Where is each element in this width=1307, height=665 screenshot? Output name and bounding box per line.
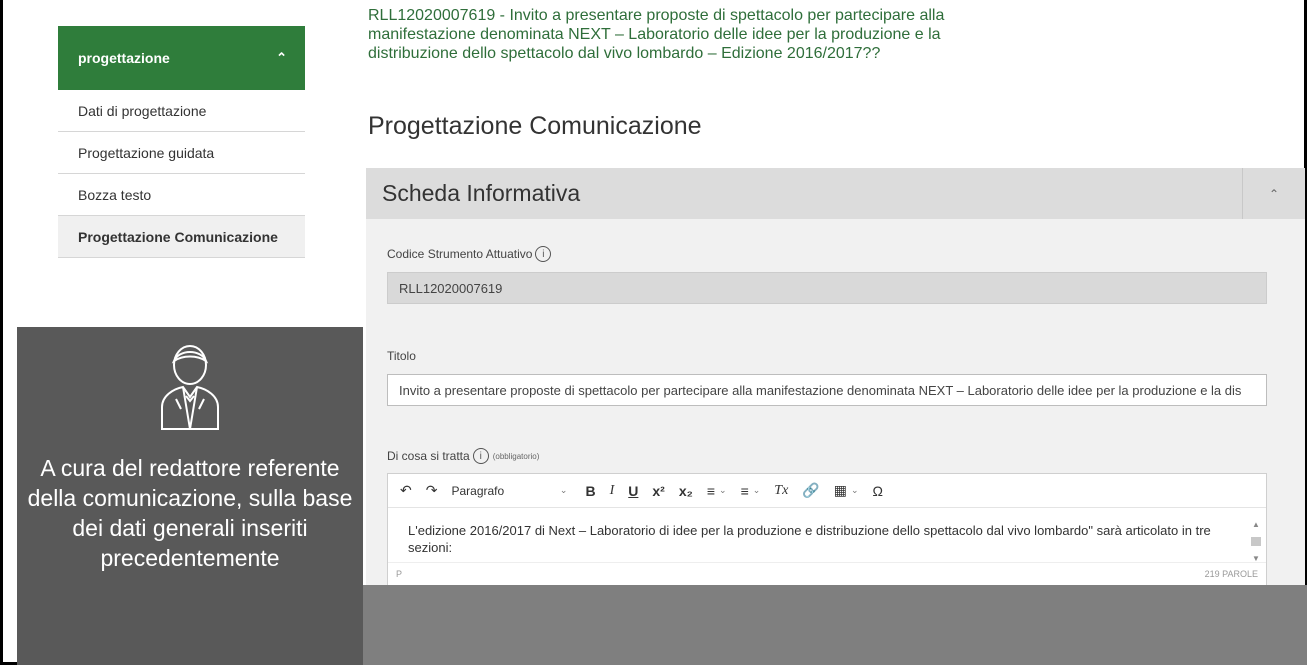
sidebar-item-dati[interactable]: Dati di progettazione	[58, 90, 305, 132]
sidebar-item-bozza[interactable]: Bozza testo	[58, 174, 305, 216]
format-select[interactable]: Paragrafo ⌄	[451, 478, 567, 504]
format-select-value: Paragrafo	[451, 483, 505, 498]
special-char-button[interactable]: Ω	[873, 478, 883, 504]
clear-format-button[interactable]: Tx	[774, 478, 788, 504]
chevron-up-icon[interactable]: ⌃	[276, 50, 287, 66]
required-hint: (obbligatorio)	[492, 451, 540, 461]
page-title: Progettazione Comunicazione	[368, 112, 702, 140]
bold-button[interactable]: B	[585, 478, 595, 504]
editor-scrollbar[interactable]: ▲ ▼	[1250, 516, 1262, 563]
panel-title: Scheda Informativa	[382, 180, 581, 206]
editor-text: L'edizione 2016/2017 di Next – Laborator…	[408, 523, 1211, 555]
word-count: 219 PAROLE	[1204, 568, 1258, 579]
editor-toolbar: ↶ ↷ Paragrafo ⌄ B I U x² x₂ ≡ ⌄ ≡ ⌄ Tx 🔗 ▦…	[388, 474, 1266, 508]
undo-icon[interactable]: ↶	[400, 478, 412, 504]
bottom-band	[363, 585, 1307, 665]
codice-label: Codice Strumento Attuativo i	[387, 246, 552, 262]
editor-statusbar: P 219 PAROLE	[388, 562, 1266, 584]
sidebar-section-header[interactable]: progettazione ⌃	[58, 26, 305, 90]
sidebar-item-guidata[interactable]: Progettazione guidata	[58, 132, 305, 174]
table-icon[interactable]: ▦ ⌄	[834, 478, 859, 504]
person-suit-icon	[161, 345, 219, 430]
sidebar: progettazione ⌃ Dati di progettazione Pr…	[58, 26, 305, 258]
underline-button[interactable]: U	[628, 478, 638, 504]
sidebar-section-label: progettazione	[78, 50, 170, 66]
redo-icon[interactable]: ↷	[426, 478, 438, 504]
codice-field: RLL12020007619	[387, 272, 1267, 304]
di-cosa-label-text: Di cosa si tratta	[387, 449, 470, 463]
annotation-box: A cura del redattore referente della com…	[17, 327, 363, 665]
bullet-list-icon[interactable]: ≡ ⌄	[707, 478, 727, 504]
titolo-label: Titolo	[387, 349, 416, 363]
sidebar-item-comunicazione[interactable]: Progettazione Comunicazione	[58, 216, 305, 258]
rich-text-editor[interactable]: ↶ ↷ Paragrafo ⌄ B I U x² x₂ ≡ ⌄ ≡ ⌄ Tx 🔗 ▦…	[387, 473, 1267, 586]
sidebar-item-label: Dati di progettazione	[78, 102, 207, 119]
scroll-down-icon[interactable]: ▼	[1250, 550, 1262, 567]
titolo-field[interactable]: Invito a presentare proposte di spettaco…	[387, 374, 1267, 406]
sidebar-item-label: Progettazione guidata	[78, 144, 215, 161]
sidebar-item-label: Progettazione Comunicazione	[78, 228, 278, 245]
scroll-thumb[interactable]	[1251, 537, 1261, 546]
chevron-down-icon: ⌄	[559, 485, 568, 495]
panel-header[interactable]: Scheda Informativa ⌃	[366, 168, 1305, 219]
element-path: P	[396, 568, 403, 579]
superscript-button[interactable]: x²	[652, 478, 664, 504]
scroll-up-icon[interactable]: ▲	[1250, 516, 1262, 533]
italic-button[interactable]: I	[610, 478, 615, 504]
info-icon[interactable]: i	[472, 448, 489, 464]
info-icon[interactable]: i	[535, 246, 552, 262]
editor-content[interactable]: L'edizione 2016/2017 di Next – Laborator…	[388, 508, 1266, 563]
sidebar-item-label: Bozza testo	[78, 186, 152, 203]
subscript-button[interactable]: x₂	[679, 478, 693, 504]
annotation-text: A cura del redattore referente della com…	[27, 455, 353, 571]
link-icon[interactable]: 🔗	[802, 478, 819, 504]
breadcrumb: RLL12020007619 - Invito a presentare pro…	[368, 7, 945, 62]
codice-label-text: Codice Strumento Attuativo	[387, 247, 533, 261]
chevron-up-icon[interactable]: ⌃	[1242, 168, 1305, 219]
scheda-informativa-panel: Scheda Informativa ⌃ Codice Strumento At…	[366, 168, 1305, 586]
numbered-list-icon[interactable]: ≡ ⌄	[741, 478, 761, 504]
di-cosa-label: Di cosa si tratta i (obbligatorio)	[387, 448, 539, 464]
